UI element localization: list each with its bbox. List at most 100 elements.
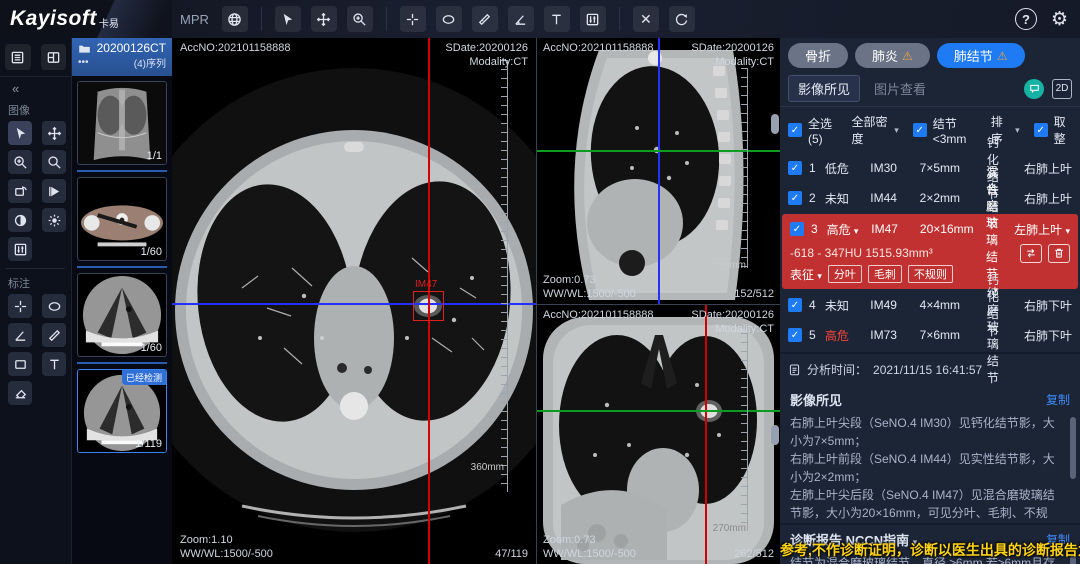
report-bubble-icon[interactable] [1024,79,1044,99]
nodule-row-2[interactable]: ✓ 2 未知 IM44 2×2mm 实性结节 右肺上叶 [780,183,1080,213]
nodule-checkbox[interactable]: ✓ [788,298,802,312]
trait-tag[interactable]: 毛刺 [868,265,902,283]
magnify-tool-button[interactable] [42,150,66,174]
zoom-in-tool-button[interactable] [8,150,32,174]
sagittal-scrollbar[interactable] [771,114,779,134]
toolbar-divider [619,7,620,31]
coronal-scrollbar[interactable] [771,425,779,445]
axial-accno: AccNO:202101158888 [180,42,291,54]
nodule-row-4[interactable]: ✓ 4 未知 IM49 4×4mm 钙化结节 右肺下叶 [780,290,1080,320]
nodule-row-5[interactable]: ✓ 5 高危 IM73 7×6mm 纯磨玻璃结节 右肺下叶 [780,320,1080,350]
cursor-tool-button[interactable] [275,6,301,32]
crosshair-vertical-red[interactable] [705,305,707,564]
nodule-risk-dropdown[interactable]: 高危 ▾ [827,221,872,238]
settings-button[interactable]: ⚙ [1051,8,1068,31]
nodule-hu-volume: -618 - 347HU 1515.93mm³ [790,246,933,260]
nodule-checkbox[interactable]: ✓ [790,222,804,236]
mode-nodule-button[interactable]: 肺结节 ⚠ [937,43,1025,68]
nodule-row-3-selected[interactable]: ✓ 3 高危 ▾ IM47 20×16mm 混合磨玻璃结节 ▾ 左肺上叶 ▾ -… [782,214,1078,289]
crosshair-tool-button[interactable] [400,6,426,32]
thumbnail-detected-series[interactable]: 已经检测 1/119 [77,369,167,453]
viewport-coronal[interactable]: 270mm AccNO:202101158888 SDate:20200126 … [537,305,780,564]
axial-slice-counter: 47/119 [495,548,528,560]
pan-tool-button[interactable] [311,6,337,32]
ellipse-annotate-button[interactable] [42,294,66,318]
eraser-button[interactable] [8,381,32,405]
brightness-button[interactable] [42,208,66,232]
rotate-image-button[interactable] [8,179,32,203]
reset-rotate-tool-button[interactable] [669,6,695,32]
mode-pneumonia-label: 肺炎 [872,46,898,65]
nodule-checkbox[interactable]: ✓ [788,328,802,342]
layout-button[interactable] [41,44,67,70]
toolbar-divider [261,7,262,31]
2d-view-button[interactable]: 2D [1052,79,1072,99]
delete-nodule-button[interactable] [1048,244,1070,263]
coronal-zoom: Zoom:0.73 [543,534,596,546]
angle-annotate-button[interactable] [8,323,32,347]
help-button[interactable]: ? [1015,8,1037,30]
crosshair-vertical-blue[interactable] [658,38,660,305]
thumbnail-axial-series[interactable]: 1/60 [77,177,167,261]
angle-tool-button[interactable] [508,6,534,32]
caret-down-icon: ▾ [894,125,899,136]
help-icon: ? [1022,12,1030,27]
copy-findings-button[interactable]: 复制 [1046,391,1070,408]
density-filter-dropdown[interactable]: 全部密度 [852,113,889,147]
logo-text-cn: 卡易 [99,15,119,30]
analysis-time-label: 分析时间： [807,361,867,378]
text-tool-button[interactable] [544,6,570,32]
nodule-row-1[interactable]: ✓ 1 低危 IM30 7×5mm 钙化结节 右肺上叶 [780,153,1080,183]
nodule-number: 1 [809,161,825,175]
ruler-pencil-tool-button[interactable] [472,6,498,32]
collapse-panel-button[interactable]: « [0,77,71,98]
nodule-checkbox[interactable]: ✓ [788,161,802,175]
thumbnail-scout[interactable]: 1/1 [77,81,167,165]
mpr-icon[interactable] [222,6,248,32]
lt3mm-label[interactable]: 结节<3mm [933,115,977,146]
thumbnail-counter: 1/60 [141,246,162,258]
mode-fracture-button[interactable]: 骨折 [788,43,848,68]
thumbnail-recon-series[interactable]: 1/60 [77,273,167,357]
findings-text: 右肺上叶尖段（SeNO.4 IM30）见钙化结节影，大小为7×5mm； 右肺上叶… [780,411,1080,525]
mode-fracture-label: 骨折 [805,46,831,65]
trait-tag[interactable]: 分叶 [828,265,862,283]
nodule-location-dropdown[interactable]: 左肺上叶 ▾ [998,221,1070,238]
convert-nodule-button[interactable] [1020,244,1042,263]
ellipse-tool-button[interactable] [436,6,462,32]
viewport-axial[interactable]: IM47 360mm AccNO:202101158888 SDate:2020… [172,38,537,564]
mode-pneumonia-button[interactable]: 肺炎 ⚠ [855,43,930,68]
lt3mm-checkbox[interactable]: ✓ [913,123,927,137]
window-level-button[interactable] [8,237,32,261]
findings-scrollbar[interactable] [1070,417,1076,479]
viewport-sagittal[interactable]: 270mm AccNO:202101158888 SDate:20200126 … [537,38,780,305]
select-all-checkbox[interactable]: ✓ [788,123,802,137]
pan-tool-button[interactable] [42,121,66,145]
crosshair-horizontal-blue[interactable] [172,303,537,305]
zoom-in-tool-button[interactable] [347,6,373,32]
series-header[interactable]: 20200126CT ••• (4)序列 [72,38,172,76]
cine-play-button[interactable] [42,179,66,203]
coronal-accno: AccNO:202101158888 [543,309,654,321]
traits-dropdown[interactable]: 表征 ▾ [790,266,822,283]
sagittal-ruler-label: 270mm [713,260,746,271]
select-all-label[interactable]: 全选(5) [808,115,838,146]
more-icon[interactable]: ••• [78,57,89,68]
nodule-checkbox[interactable]: ✓ [788,191,802,205]
invert-contrast-button[interactable] [8,208,32,232]
pencil-annotate-button[interactable] [42,323,66,347]
round-label[interactable]: 取整 [1054,113,1072,147]
tab-findings[interactable]: 影像所见 [788,75,860,102]
rectangle-annotate-button[interactable] [8,352,32,376]
thumbnail-counter: 1/1 [147,150,162,162]
series-list-button[interactable] [5,44,31,70]
close-tool-button[interactable]: ✕ [633,6,659,32]
window-level-tool-button[interactable] [580,6,606,32]
crosshair-annotate-button[interactable] [8,294,32,318]
trait-tag[interactable]: 不规则 [908,265,953,283]
nodule-roi-box[interactable] [413,291,444,321]
cursor-tool-button[interactable] [8,121,32,145]
round-checkbox[interactable]: ✓ [1034,123,1048,137]
text-annotate-button[interactable] [42,352,66,376]
tab-image-view[interactable]: 图片查看 [874,79,926,98]
